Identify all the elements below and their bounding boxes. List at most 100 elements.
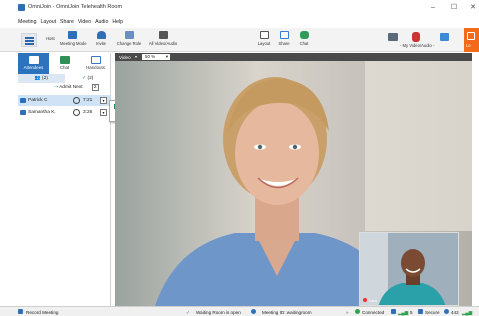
person-icon bbox=[20, 110, 26, 115]
attendees-count[interactable]: 👥 (2) bbox=[18, 74, 65, 83]
chevron-right-icon: » bbox=[346, 310, 349, 315]
tab-chat[interactable]: Chat bbox=[49, 53, 80, 74]
menu-bar: Meeting Layout Share Video Audio Help bbox=[18, 19, 123, 27]
menu-audio[interactable]: Audio bbox=[95, 19, 108, 27]
leave-button[interactable]: Le bbox=[464, 28, 479, 52]
layout-icon bbox=[259, 31, 269, 39]
bars-icon: ▂▄▆ bbox=[462, 310, 473, 315]
menu-meeting[interactable]: Meeting bbox=[18, 19, 36, 27]
toolbar: Host Meeting Mode Invite Change Role All… bbox=[0, 28, 479, 52]
add-person-icon bbox=[96, 31, 106, 39]
clock-icon bbox=[73, 97, 80, 104]
waiting-count-value: (2) bbox=[87, 76, 94, 81]
person-icon bbox=[20, 98, 26, 103]
invite-label: Invite bbox=[95, 41, 106, 46]
title-bar: OmniJoin - OmniJoin Telehealth Room – ☐ … bbox=[0, 0, 479, 18]
meeting-mode-label: Meeting Mode bbox=[60, 41, 87, 46]
attendees-icon bbox=[28, 56, 39, 64]
waiting-row[interactable]: Patrick C 7:21 ▾ bbox=[18, 95, 110, 106]
menu-share[interactable]: Share bbox=[60, 19, 74, 27]
recording-dot-icon bbox=[363, 298, 367, 302]
camera-icon[interactable] bbox=[388, 33, 398, 41]
minimize-button[interactable]: – bbox=[426, 3, 440, 13]
row-dropdown-button[interactable]: ▾ bbox=[100, 97, 107, 104]
waiting-name: Patrick C bbox=[28, 98, 48, 103]
all-video-audio-label: All Video/Audio bbox=[148, 41, 178, 46]
my-video-audio-label: - My Video/Audio - bbox=[400, 43, 435, 48]
self-view-video[interactable]: Lara bbox=[359, 232, 459, 306]
layout-button[interactable]: Layout bbox=[256, 31, 272, 46]
app-logo-icon bbox=[18, 4, 25, 11]
admit-next-icon: ⇢ bbox=[54, 85, 59, 90]
tab-chat-label: Chat bbox=[59, 65, 70, 70]
camera-mic-icon bbox=[158, 31, 168, 39]
record-meeting-label[interactable]: Record Meeting bbox=[26, 310, 58, 315]
tab-handouts[interactable]: Handouts bbox=[80, 53, 111, 74]
bandwidth-icon bbox=[444, 309, 449, 314]
meeting-id: Meeting ID: waitingroom bbox=[262, 310, 312, 315]
all-video-audio-button[interactable]: All Video/Audio bbox=[146, 31, 180, 46]
zoom-select[interactable]: 50 % ▾ bbox=[142, 54, 170, 60]
chat-bubbles-icon bbox=[299, 31, 309, 39]
tab-attendees-label: Attendees bbox=[23, 65, 44, 70]
meeting-mode-button[interactable]: Meeting Mode bbox=[60, 31, 87, 46]
lock-icon bbox=[418, 309, 423, 314]
admit-next-label: Admit Next bbox=[59, 85, 83, 90]
signal-icon bbox=[391, 309, 396, 314]
maximize-button[interactable]: ☐ bbox=[447, 3, 461, 13]
chat-icon bbox=[59, 56, 70, 64]
admit-next-count[interactable]: 2 bbox=[91, 84, 99, 91]
invite-button[interactable]: Invite bbox=[93, 31, 109, 46]
hamburger-menu-button[interactable] bbox=[21, 33, 37, 47]
layout-label: Layout bbox=[257, 41, 271, 46]
change-role-label: Change Role bbox=[116, 41, 142, 46]
patient-video-image bbox=[360, 233, 458, 305]
waiting-count[interactable]: ✓ (2) bbox=[65, 74, 112, 83]
close-button[interactable]: ✕ bbox=[466, 3, 479, 13]
chat-button[interactable]: Chat bbox=[296, 31, 312, 46]
share-label: Share bbox=[278, 41, 290, 46]
checkmark-icon: ✓ bbox=[186, 310, 190, 315]
signal-count: 5 bbox=[410, 310, 413, 315]
video-dropdown-icon[interactable]: ▾ bbox=[135, 54, 137, 59]
host-label: Host bbox=[46, 36, 55, 41]
waiting-name: Samantha K. bbox=[28, 110, 56, 115]
video-header: Video ▾ 50 % ▾ bbox=[115, 53, 472, 61]
bars-icon: ▂▄▆ bbox=[398, 310, 409, 315]
tab-attendees[interactable]: Attendees bbox=[18, 53, 49, 74]
waiting-time: 7:21 bbox=[83, 98, 93, 103]
share-button[interactable]: Share bbox=[276, 31, 292, 46]
clock-icon bbox=[73, 109, 80, 116]
change-role-button[interactable]: Change Role bbox=[115, 31, 143, 46]
tab-handouts-label: Handouts bbox=[86, 65, 105, 70]
speaker-icon[interactable] bbox=[440, 33, 449, 41]
connection-status: Connected bbox=[362, 310, 385, 315]
people-icon bbox=[67, 31, 77, 39]
sidebar: Attendees Chat Handouts 👥 (2) ✓ (2) ⇢ Ad… bbox=[18, 53, 111, 306]
menu-layout[interactable]: Layout bbox=[40, 19, 56, 27]
microphone-muted-icon[interactable] bbox=[412, 32, 420, 42]
share-screen-icon bbox=[279, 31, 289, 39]
attendees-count-value: (2) bbox=[41, 76, 48, 81]
row-dropdown-button[interactable]: ▾ bbox=[100, 109, 107, 116]
status-bar: Record Meeting ✓ Waiting Room is open Me… bbox=[0, 306, 479, 316]
menu-video[interactable]: Video bbox=[78, 19, 91, 27]
leave-label: Le bbox=[466, 43, 471, 48]
chat-label: Chat bbox=[299, 41, 309, 46]
waiting-room-status: Waiting Room is open bbox=[196, 310, 241, 315]
video-label: Video bbox=[119, 54, 131, 60]
menu-help[interactable]: Help bbox=[112, 19, 123, 27]
self-view-label: Lara bbox=[369, 298, 378, 303]
admit-next-button[interactable]: ⇢ Admit Next 2 bbox=[54, 84, 99, 91]
record-icon[interactable] bbox=[18, 309, 23, 314]
info-icon bbox=[251, 309, 256, 314]
connected-icon bbox=[355, 309, 360, 314]
secure-status: Secure bbox=[425, 310, 440, 315]
bandwidth-value: 442 bbox=[451, 310, 459, 315]
attendee-counts: 👥 (2) ✓ (2) bbox=[18, 74, 111, 83]
waiting-time: 3:26 bbox=[83, 110, 93, 115]
window-title: OmniJoin - OmniJoin Telehealth Room bbox=[28, 4, 123, 10]
waiting-row[interactable]: Samantha K. 3:26 ▾ bbox=[18, 107, 110, 118]
zoom-value: 50 % bbox=[145, 54, 156, 59]
handouts-icon bbox=[90, 56, 101, 64]
